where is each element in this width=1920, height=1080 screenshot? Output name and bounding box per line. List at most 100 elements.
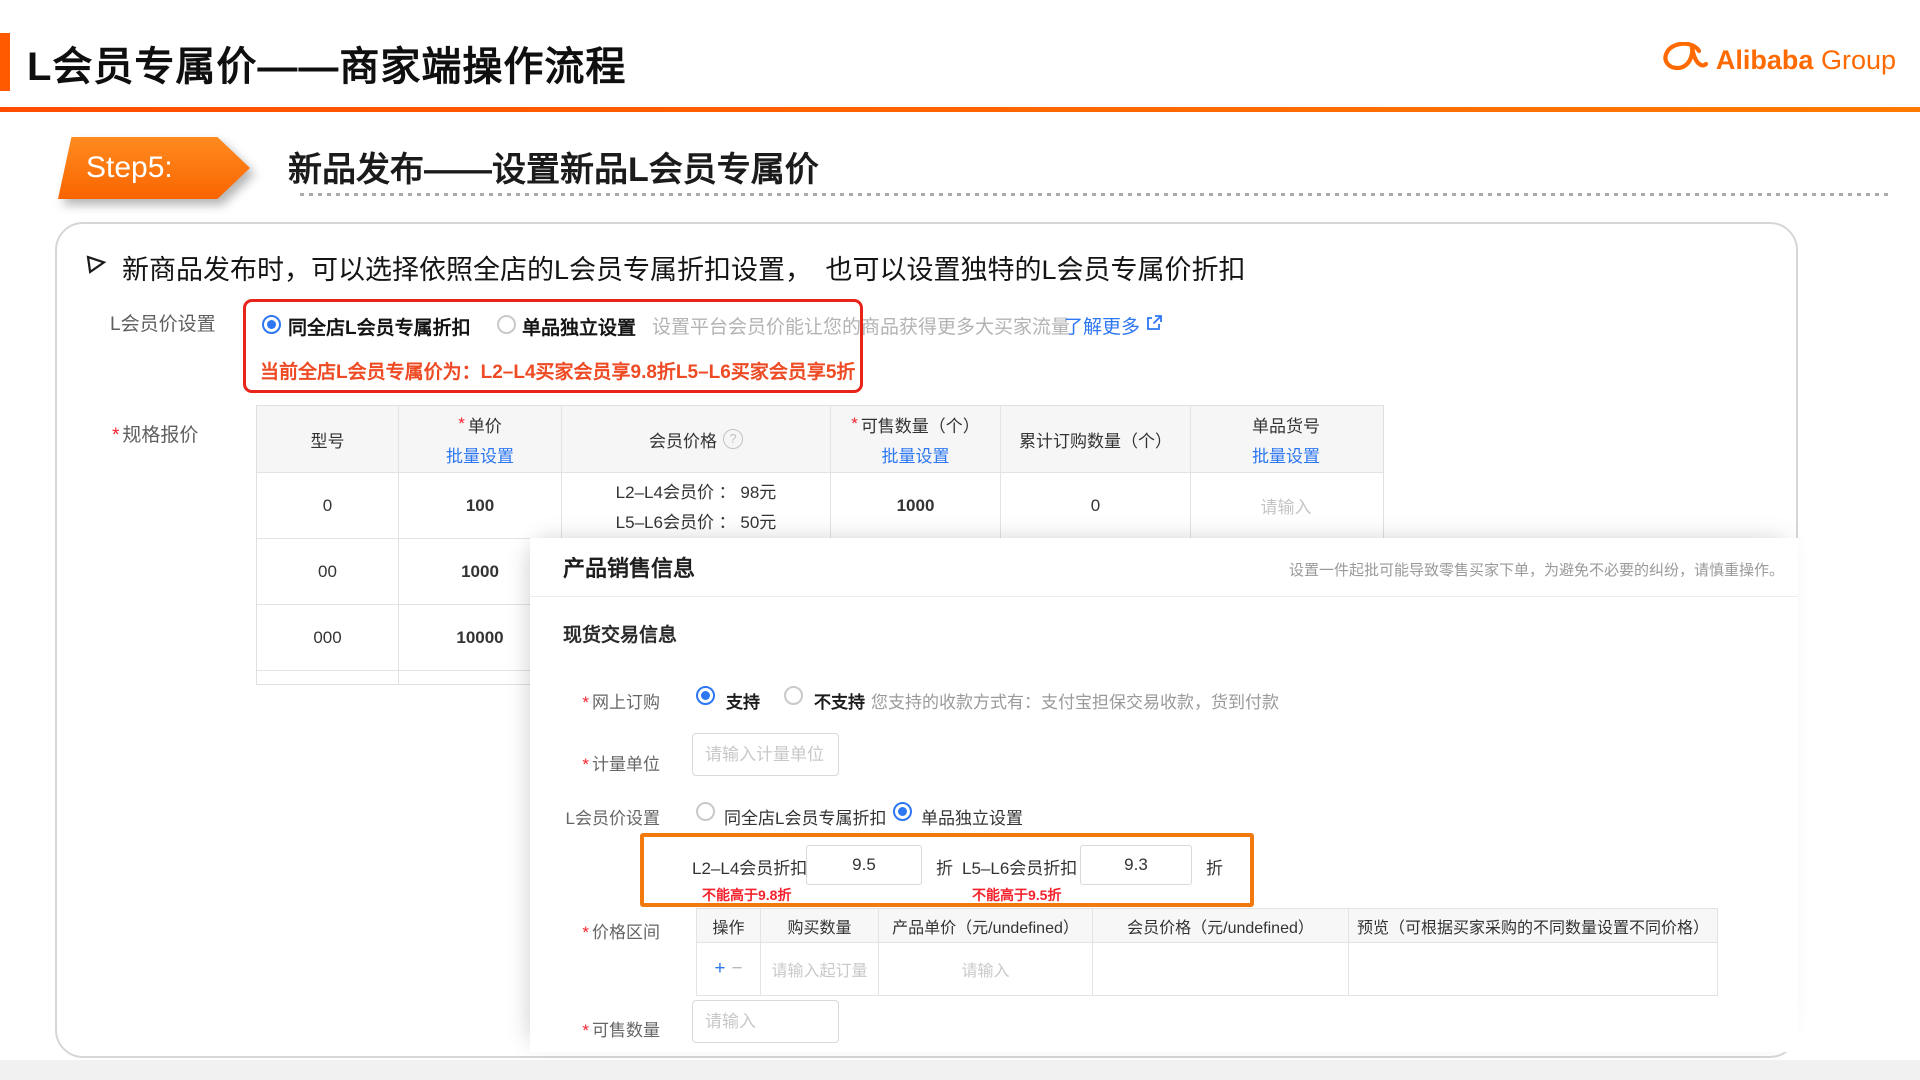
col-buy-qty: 购买数量 bbox=[761, 909, 879, 942]
radio-same-store-discount-label[interactable]: 同全店L会员专属折扣 bbox=[288, 313, 471, 340]
col-ordered-label: 累计订购数量（个） bbox=[1019, 427, 1172, 452]
alibaba-logo: Alibaba Group bbox=[1662, 42, 1896, 79]
col-item-no: 单品货号 批量设置 bbox=[1191, 406, 1381, 472]
spec-row-1: 0 100 L2–L4会员价 ： 98元 L5–L6会员价 ： 50元 1000… bbox=[257, 473, 1383, 539]
col-ordered: 累计订购数量（个） bbox=[1001, 406, 1191, 472]
l5-discount-suffix: 折 bbox=[1206, 854, 1223, 879]
col-item-no-label: 单品货号 bbox=[1252, 412, 1320, 437]
required-mark: * bbox=[458, 414, 465, 434]
model-cell: 0 bbox=[257, 473, 399, 538]
page-title: L会员专属价——商家端操作流程 bbox=[27, 34, 626, 92]
col-unit-price: 产品单价（元/undefined） bbox=[879, 909, 1093, 942]
ordered-cell: 0 bbox=[1001, 473, 1191, 538]
required-mark: * bbox=[851, 414, 858, 434]
col-price-label: 单价 bbox=[468, 412, 502, 437]
remove-row-button[interactable]: − bbox=[732, 958, 743, 980]
col-price: *单价 批量设置 bbox=[399, 406, 562, 472]
spot-trade-section-title: 现货交易信息 bbox=[563, 620, 677, 647]
alibaba-mark-icon bbox=[1662, 42, 1708, 79]
external-link-icon[interactable] bbox=[1145, 314, 1163, 338]
shop-setting-label: L会员价设置 bbox=[110, 309, 216, 336]
sellable-qty-label-text: 可售数量 bbox=[592, 1021, 660, 1040]
payment-methods-hint: 您支持的收款方式有：支付宝担保交易收款，货到付款 bbox=[871, 688, 1279, 713]
item-no-input[interactable]: 请输入 bbox=[1191, 473, 1381, 538]
arrow-bullet-icon bbox=[84, 252, 108, 281]
buy-qty-input[interactable]: 请输入起订量 bbox=[761, 943, 879, 995]
radio-support-label[interactable]: 支持 bbox=[726, 688, 760, 713]
radio-same-store-discount-label[interactable]: 同全店L会员专属折扣 bbox=[724, 804, 886, 829]
spec-table-label-text: 规格报价 bbox=[122, 425, 198, 446]
required-mark: * bbox=[582, 923, 589, 942]
radio-independent-label[interactable]: 单品独立设置 bbox=[921, 804, 1023, 829]
radio-independent-selected[interactable] bbox=[893, 802, 912, 821]
radio-not-support-label[interactable]: 不支持 bbox=[814, 688, 865, 713]
radio-support-selected[interactable] bbox=[696, 686, 715, 705]
batch-set-sellable-link[interactable]: 批量设置 bbox=[882, 442, 950, 467]
radio-not-support[interactable] bbox=[784, 686, 803, 705]
discount-highlight-box: L2–L4会员折扣 折 L5–L6会员折扣 折 不能高于9.8折 不能高于9.5… bbox=[640, 833, 1254, 907]
l5-discount-input[interactable] bbox=[1080, 845, 1192, 885]
unit-label-text: 计量单位 bbox=[592, 755, 660, 774]
sellable-cell[interactable]: 1000 bbox=[831, 473, 1001, 538]
unit-label: *计量单位 bbox=[530, 750, 660, 775]
radio-independent-setting-label[interactable]: 单品独立设置 bbox=[522, 313, 636, 340]
step-badge: Step5: bbox=[58, 137, 250, 199]
highlight-red-box: 同全店L会员专属折扣 单品独立设置 当前全店L会员专属价为：L2–L4买家会员享… bbox=[243, 299, 863, 393]
sellable-qty-input[interactable] bbox=[692, 1000, 839, 1043]
col-sellable-label: 可售数量（个） bbox=[861, 412, 980, 437]
price-range-table: 操作 购买数量 产品单价（元/undefined） 会员价格（元/undefin… bbox=[696, 908, 1718, 996]
model-cell: 000 bbox=[257, 605, 399, 670]
col-operation: 操作 bbox=[697, 909, 761, 942]
l2-discount-input[interactable] bbox=[806, 845, 922, 885]
batch-set-item-no-link[interactable]: 批量设置 bbox=[1252, 442, 1320, 467]
operation-cell: + − bbox=[697, 943, 761, 995]
member-price-l2: L2–L4会员价 ： 98元 bbox=[616, 478, 777, 503]
price-cell[interactable]: 100 bbox=[399, 473, 562, 538]
model-cell bbox=[257, 671, 399, 685]
required-mark: * bbox=[582, 755, 589, 774]
logo-word-bold: Alibaba bbox=[1716, 45, 1814, 75]
radio-same-store-discount[interactable] bbox=[696, 802, 715, 821]
col-member-price: 会员价格? bbox=[562, 406, 831, 472]
sellable-qty-label: *可售数量 bbox=[530, 1016, 660, 1041]
learn-more-link[interactable]: 了解更多 bbox=[1064, 312, 1163, 339]
page-bottom-strip bbox=[0, 1060, 1920, 1080]
radio-same-store-discount-selected[interactable] bbox=[262, 315, 281, 334]
help-icon[interactable]: ? bbox=[723, 429, 743, 449]
price-range-label-text: 价格区间 bbox=[592, 923, 660, 942]
dotted-divider bbox=[300, 193, 1890, 196]
radio-independent-setting[interactable] bbox=[497, 315, 516, 334]
batch-set-price-link[interactable]: 批量设置 bbox=[446, 442, 514, 467]
product-sales-panel: 产品销售信息 设置一件起批可能导致零售买家下单，为避免不必要的纠纷，请慎重操作。… bbox=[530, 538, 1798, 1052]
unit-input[interactable] bbox=[692, 733, 839, 776]
col-member-price-title: 会员价格? bbox=[649, 427, 743, 452]
panel-divider bbox=[530, 596, 1798, 597]
l2-discount-suffix: 折 bbox=[936, 854, 953, 879]
model-cell: 00 bbox=[257, 539, 399, 604]
col-member-price-label: 会员价格 bbox=[649, 427, 717, 452]
col-model: 型号 bbox=[257, 406, 399, 472]
online-order-label: *网上订购 bbox=[530, 688, 660, 713]
member-price-cell bbox=[1093, 943, 1349, 995]
preview-cell bbox=[1349, 943, 1717, 995]
step-title: 新品发布——设置新品L会员专属价 bbox=[288, 142, 819, 191]
unit-price-input[interactable]: 请输入 bbox=[879, 943, 1093, 995]
price-range-row: + − 请输入起订量 请输入 bbox=[697, 943, 1717, 995]
add-row-button[interactable]: + bbox=[714, 958, 725, 980]
col-price-title: *单价 bbox=[458, 412, 502, 437]
l5-discount-note: 不能高于9.5折 bbox=[972, 885, 1061, 905]
col-model-label: 型号 bbox=[311, 427, 345, 452]
l2-discount-note: 不能高于9.8折 bbox=[702, 885, 791, 905]
alibaba-logo-text: Alibaba Group bbox=[1716, 45, 1896, 76]
col-member-price: 会员价格（元/undefined） bbox=[1093, 909, 1349, 942]
panel-title: 产品销售信息 bbox=[563, 551, 695, 583]
member-setting-label: L会员价设置 bbox=[530, 804, 660, 829]
intro-text: 新商品发布时，可以选择依照全店的L会员专属折扣设置， 也可以设置独特的L会员专属… bbox=[122, 248, 1246, 287]
learn-more-label[interactable]: 了解更多 bbox=[1064, 312, 1140, 339]
intro-bullet: 新商品发布时，可以选择依照全店的L会员专属折扣设置， 也可以设置独特的L会员专属… bbox=[84, 248, 1246, 287]
member-price-cell: L2–L4会员价 ： 98元 L5–L6会员价 ： 50元 bbox=[562, 473, 831, 538]
panel-warning: 设置一件起批可能导致零售买家下单，为避免不必要的纠纷，请慎重操作。 bbox=[1289, 559, 1784, 580]
header-divider bbox=[0, 107, 1920, 112]
spec-table-label: *规格报价 bbox=[112, 420, 198, 447]
slide: L会员专属价——商家端操作流程 Alibaba Group Step5: 新品发… bbox=[0, 0, 1920, 1080]
